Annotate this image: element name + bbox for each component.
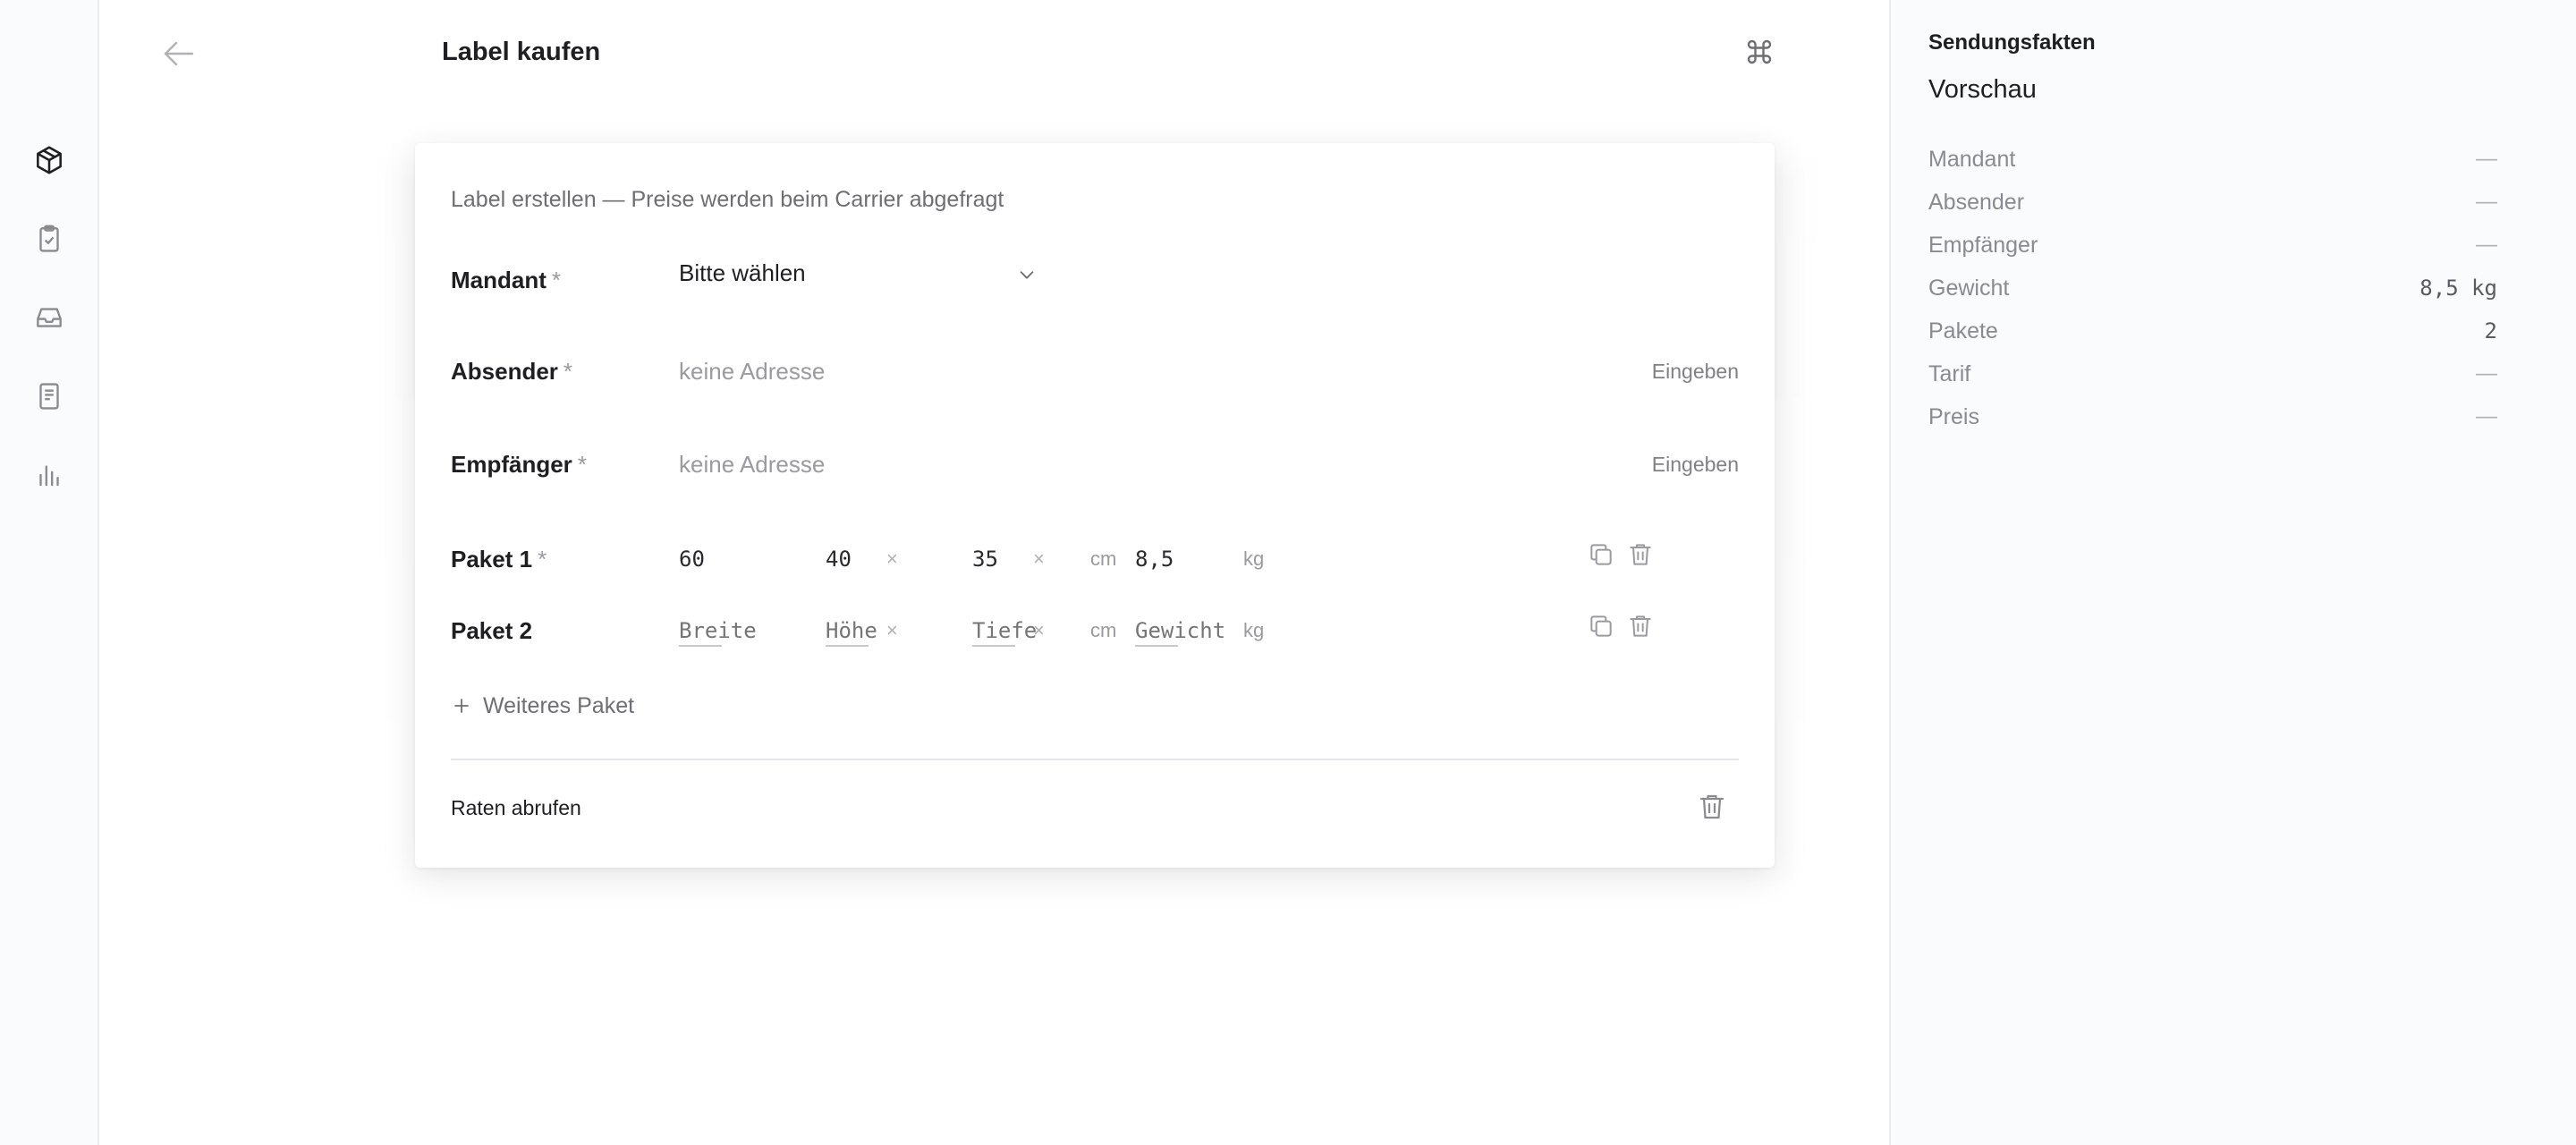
add-package-label: Weiteres Paket [483, 692, 635, 718]
fact-value: — [2476, 361, 2497, 386]
unit-cm: cm [1090, 619, 1117, 641]
package-2-height-input[interactable] [826, 615, 906, 646]
fact-value: — [2476, 233, 2497, 257]
mandant-select[interactable]: Bitte wählen [679, 250, 1037, 295]
package-1-label: Paket 1 * [451, 546, 547, 572]
fact-row-empfaenger: Empfänger — [1928, 233, 2497, 268]
trash-icon[interactable] [1626, 540, 1655, 569]
fact-row-pakete: Pakete 2 [1928, 318, 2497, 354]
fact-value: 8,5 kg [2419, 276, 2497, 301]
command-icon[interactable] [1743, 36, 1775, 68]
required-mark: * [551, 267, 562, 293]
fact-value: 2 [2484, 318, 2497, 344]
fact-key: Tarif [1928, 361, 1971, 386]
unit-kg: kg [1243, 619, 1265, 641]
navigation-rail [0, 0, 99, 1145]
add-package-button[interactable]: Weiteres Paket [451, 691, 634, 721]
panel-title: Vorschau [1928, 75, 2037, 104]
required-mark: * [577, 451, 587, 478]
empfaenger-enter-button[interactable]: Eingeben [1652, 453, 1739, 477]
mandant-label: Mandant * [451, 267, 562, 293]
shipment-facts-panel: Sendungsfakten Vorschau Mandant — Absend… [1889, 0, 2576, 1145]
unit-kg: kg [1243, 547, 1265, 570]
package-1-weight-input[interactable] [1135, 544, 1216, 574]
package-2-label: Paket 2 [451, 617, 533, 644]
package-1-depth-input[interactable] [972, 544, 1053, 574]
duplicate-icon[interactable] [1587, 612, 1615, 640]
empfaenger-value[interactable]: keine Adresse [679, 451, 825, 479]
input-underline [972, 645, 1015, 647]
page-title: Label kaufen [442, 38, 601, 66]
trash-icon[interactable] [1696, 791, 1728, 823]
fetch-rates-button[interactable]: Raten abrufen [451, 796, 581, 820]
fact-value: — [2476, 404, 2497, 428]
chevron-down-icon [1020, 271, 1034, 279]
fact-row-preis: Preis — [1928, 404, 2497, 440]
label-form-card: Label erstellen — Preise werden beim Car… [415, 143, 1775, 868]
absender-enter-button[interactable]: Eingeben [1652, 360, 1739, 384]
plus-icon [454, 699, 469, 713]
fact-value: — [2476, 190, 2497, 214]
bar-chart-icon[interactable] [32, 458, 66, 492]
main-area: Label kaufen Label erstellen — Preise we… [101, 0, 1889, 1145]
form-subtitle: Label erstellen — Preise werden beim Car… [451, 187, 1004, 212]
package-1-width-input[interactable] [679, 544, 759, 574]
duplicate-icon[interactable] [1587, 540, 1615, 569]
fact-key: Preis [1928, 404, 1979, 429]
fact-key: Pakete [1928, 318, 1998, 344]
absender-value[interactable]: keine Adresse [679, 358, 825, 386]
fact-key: Mandant [1928, 147, 2016, 172]
mandant-select-value: Bitte wählen [679, 259, 806, 286]
input-underline [826, 645, 869, 647]
inbox-icon[interactable] [32, 301, 66, 335]
panel-kicker: Sendungsfakten [1928, 30, 2096, 55]
input-underline [679, 645, 722, 647]
input-underline [1135, 645, 1178, 647]
clipboard-check-icon[interactable] [32, 222, 66, 256]
fact-row-gewicht: Gewicht 8,5 kg [1928, 276, 2497, 311]
fact-key: Empfänger [1928, 233, 2038, 258]
fact-row-tarif: Tarif — [1928, 361, 2497, 397]
required-mark: * [563, 358, 573, 385]
package-2-weight-input[interactable] [1135, 615, 1233, 646]
fact-row-mandant: Mandant — [1928, 147, 2497, 182]
fact-row-absender: Absender — [1928, 190, 2497, 225]
trash-icon[interactable] [1626, 612, 1655, 640]
fact-key: Absender [1928, 190, 2025, 215]
absender-label: Absender * [451, 358, 573, 385]
divider [451, 759, 1739, 760]
required-mark: * [538, 546, 547, 572]
package-2-width-input[interactable] [679, 615, 759, 646]
fact-key: Gewicht [1928, 276, 2010, 301]
package-icon[interactable] [32, 143, 66, 177]
back-arrow-icon[interactable] [158, 36, 198, 72]
empfaenger-label: Empfänger * [451, 451, 587, 478]
package-1-height-input[interactable] [826, 544, 906, 574]
package-2-depth-input[interactable] [972, 615, 1053, 646]
fact-value: — [2476, 147, 2497, 171]
unit-cm: cm [1090, 547, 1117, 570]
document-icon[interactable] [32, 379, 66, 413]
